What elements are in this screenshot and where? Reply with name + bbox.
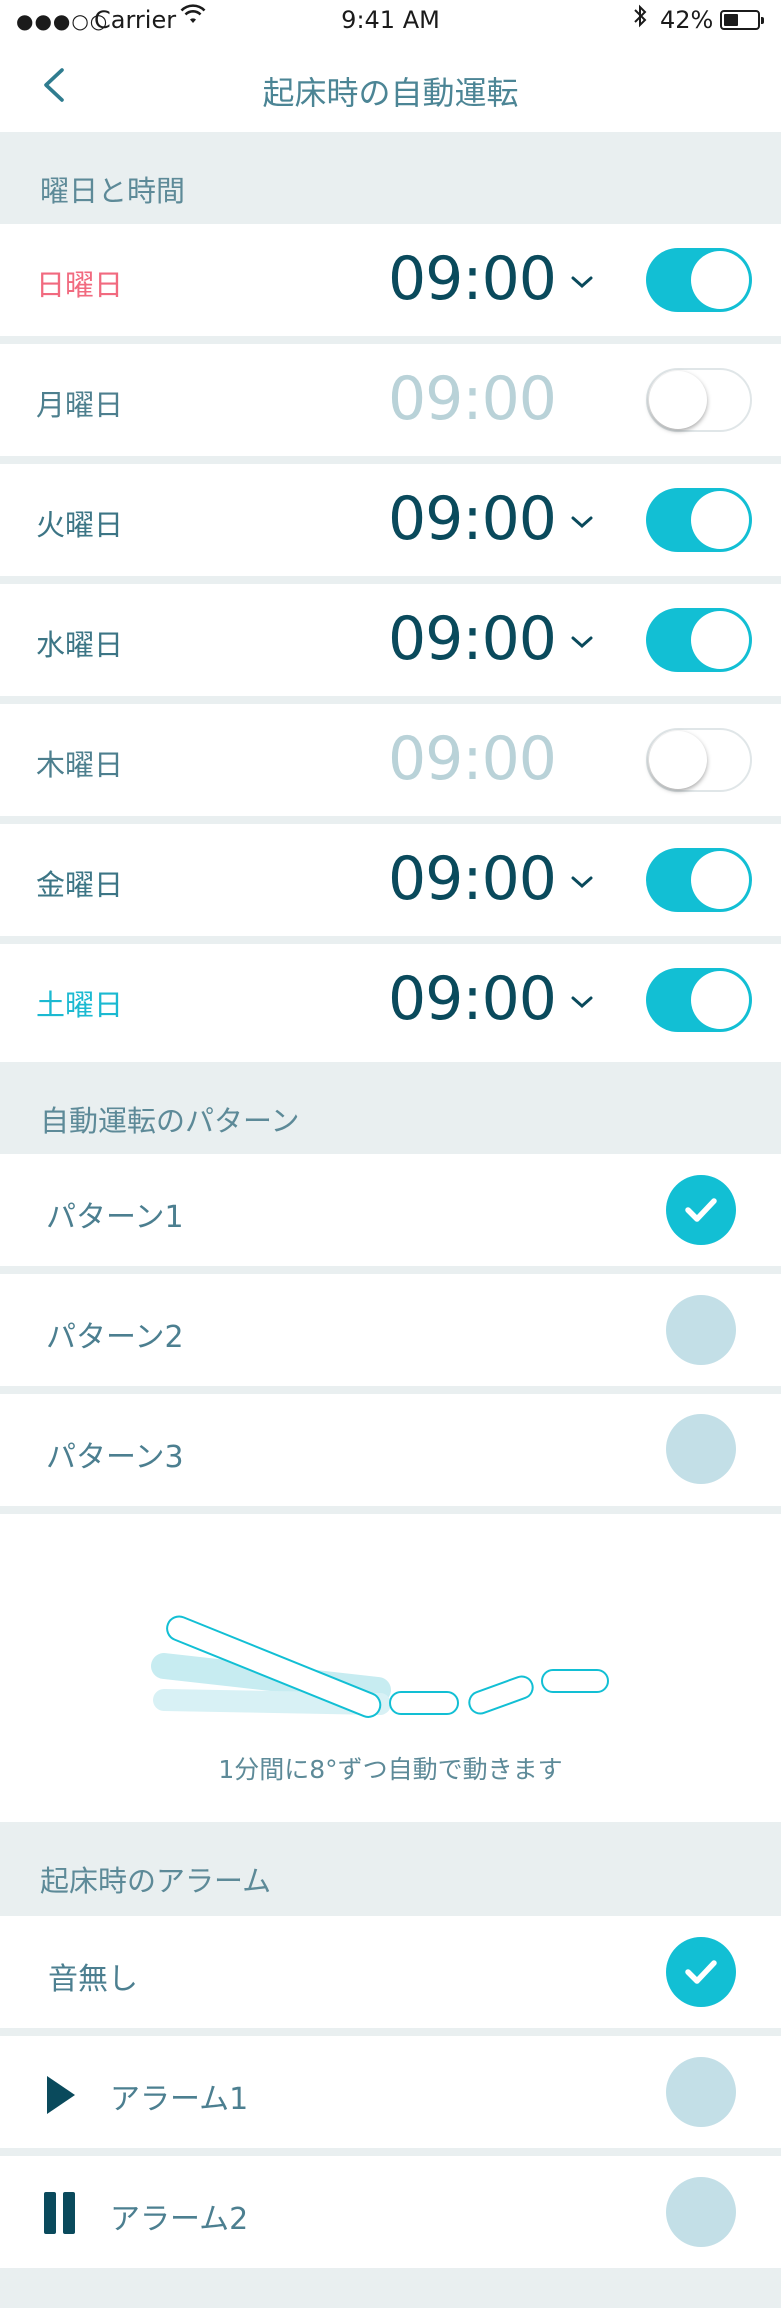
- pattern-option-2[interactable]: パターン2: [0, 1274, 781, 1386]
- pattern-option-3[interactable]: パターン3: [0, 1394, 781, 1506]
- day-toggle[interactable]: [646, 608, 752, 672]
- time-picker: 09:00: [388, 364, 557, 434]
- option-label: 音無し: [48, 1962, 138, 1997]
- chevron-down-icon[interactable]: [570, 874, 594, 890]
- page-title: 起床時の自動運転: [262, 74, 519, 112]
- day-row-wednesday: 水曜日 09:00: [0, 584, 781, 696]
- alarm-option-1[interactable]: アラーム1: [0, 2036, 781, 2148]
- bed-recline-illustration: [151, 1615, 609, 1718]
- chevron-down-icon[interactable]: [570, 634, 594, 650]
- time-picker[interactable]: 09:00: [388, 484, 557, 554]
- time-picker: 09:00: [388, 724, 557, 794]
- pattern-section-header: 自動運転のパターン: [0, 1062, 781, 1154]
- battery-icon: [720, 10, 764, 30]
- chevron-down-icon[interactable]: [570, 274, 594, 290]
- unchecked-circle-icon[interactable]: [666, 2057, 736, 2127]
- day-label: 木曜日: [36, 748, 124, 782]
- day-toggle[interactable]: [646, 248, 752, 312]
- unchecked-circle-icon[interactable]: [666, 1295, 736, 1365]
- checkmark-icon[interactable]: [666, 1175, 736, 1245]
- navigation-bar: 起床時の自動運転: [0, 40, 781, 132]
- option-label: パターン3: [46, 1440, 184, 1475]
- day-row-saturday: 土曜日 09:00: [0, 944, 781, 1062]
- pattern-option-1[interactable]: パターン1: [0, 1154, 781, 1266]
- day-label: 日曜日: [36, 268, 124, 302]
- chevron-down-icon[interactable]: [570, 994, 594, 1010]
- day-label: 月曜日: [36, 388, 124, 422]
- alarm-option-2[interactable]: アラーム2: [0, 2156, 781, 2268]
- option-label: パターン1: [46, 1200, 184, 1235]
- section-title: 自動運転のパターン: [40, 1104, 300, 1138]
- day-row-sunday: 日曜日 09:00: [0, 224, 781, 336]
- time-picker[interactable]: 09:00: [388, 964, 557, 1034]
- time-picker[interactable]: 09:00: [388, 604, 557, 674]
- unchecked-circle-icon[interactable]: [666, 1414, 736, 1484]
- day-toggle[interactable]: [646, 968, 752, 1032]
- day-label: 火曜日: [36, 508, 124, 542]
- schedule-section-header: 曜日と時間: [0, 132, 781, 222]
- time-picker[interactable]: 09:00: [388, 244, 557, 314]
- battery-percentage: 42%: [660, 6, 714, 34]
- day-label: 水曜日: [36, 628, 124, 662]
- option-label: パターン2: [46, 1320, 184, 1355]
- pattern-caption: 1分間に8°ずつ自動で動きます: [218, 1755, 563, 1784]
- unchecked-circle-icon[interactable]: [666, 2177, 736, 2247]
- alarm-option-silent[interactable]: 音無し: [0, 1916, 781, 2028]
- time-picker[interactable]: 09:00: [388, 844, 557, 914]
- day-row-tuesday: 火曜日 09:00: [0, 464, 781, 576]
- checkmark-icon[interactable]: [666, 1937, 736, 2007]
- day-toggle[interactable]: [646, 728, 752, 792]
- day-row-thursday: 木曜日 09:00: [0, 704, 781, 816]
- section-title: 起床時のアラーム: [40, 1864, 272, 1898]
- day-label: 金曜日: [36, 868, 124, 902]
- pause-icon[interactable]: [44, 2192, 78, 2234]
- option-label: アラーム1: [110, 2082, 249, 2117]
- status-bar: ●●●○○ Carrier 9:41 AM 42%: [0, 0, 781, 40]
- play-icon[interactable]: [44, 2074, 78, 2116]
- chevron-down-icon[interactable]: [570, 514, 594, 530]
- pattern-illustration: 1分間に8°ずつ自動で動きます: [0, 1514, 781, 1822]
- alarm-section-header: 起床時のアラーム: [0, 1822, 781, 1916]
- day-row-friday: 金曜日 09:00: [0, 824, 781, 936]
- day-toggle[interactable]: [646, 368, 752, 432]
- day-row-monday: 月曜日 09:00: [0, 344, 781, 456]
- day-toggle[interactable]: [646, 488, 752, 552]
- day-label: 土曜日: [36, 988, 124, 1022]
- section-title: 曜日と時間: [40, 174, 186, 208]
- option-label: アラーム2: [110, 2202, 249, 2237]
- bluetooth-icon: [632, 4, 648, 34]
- day-toggle[interactable]: [646, 848, 752, 912]
